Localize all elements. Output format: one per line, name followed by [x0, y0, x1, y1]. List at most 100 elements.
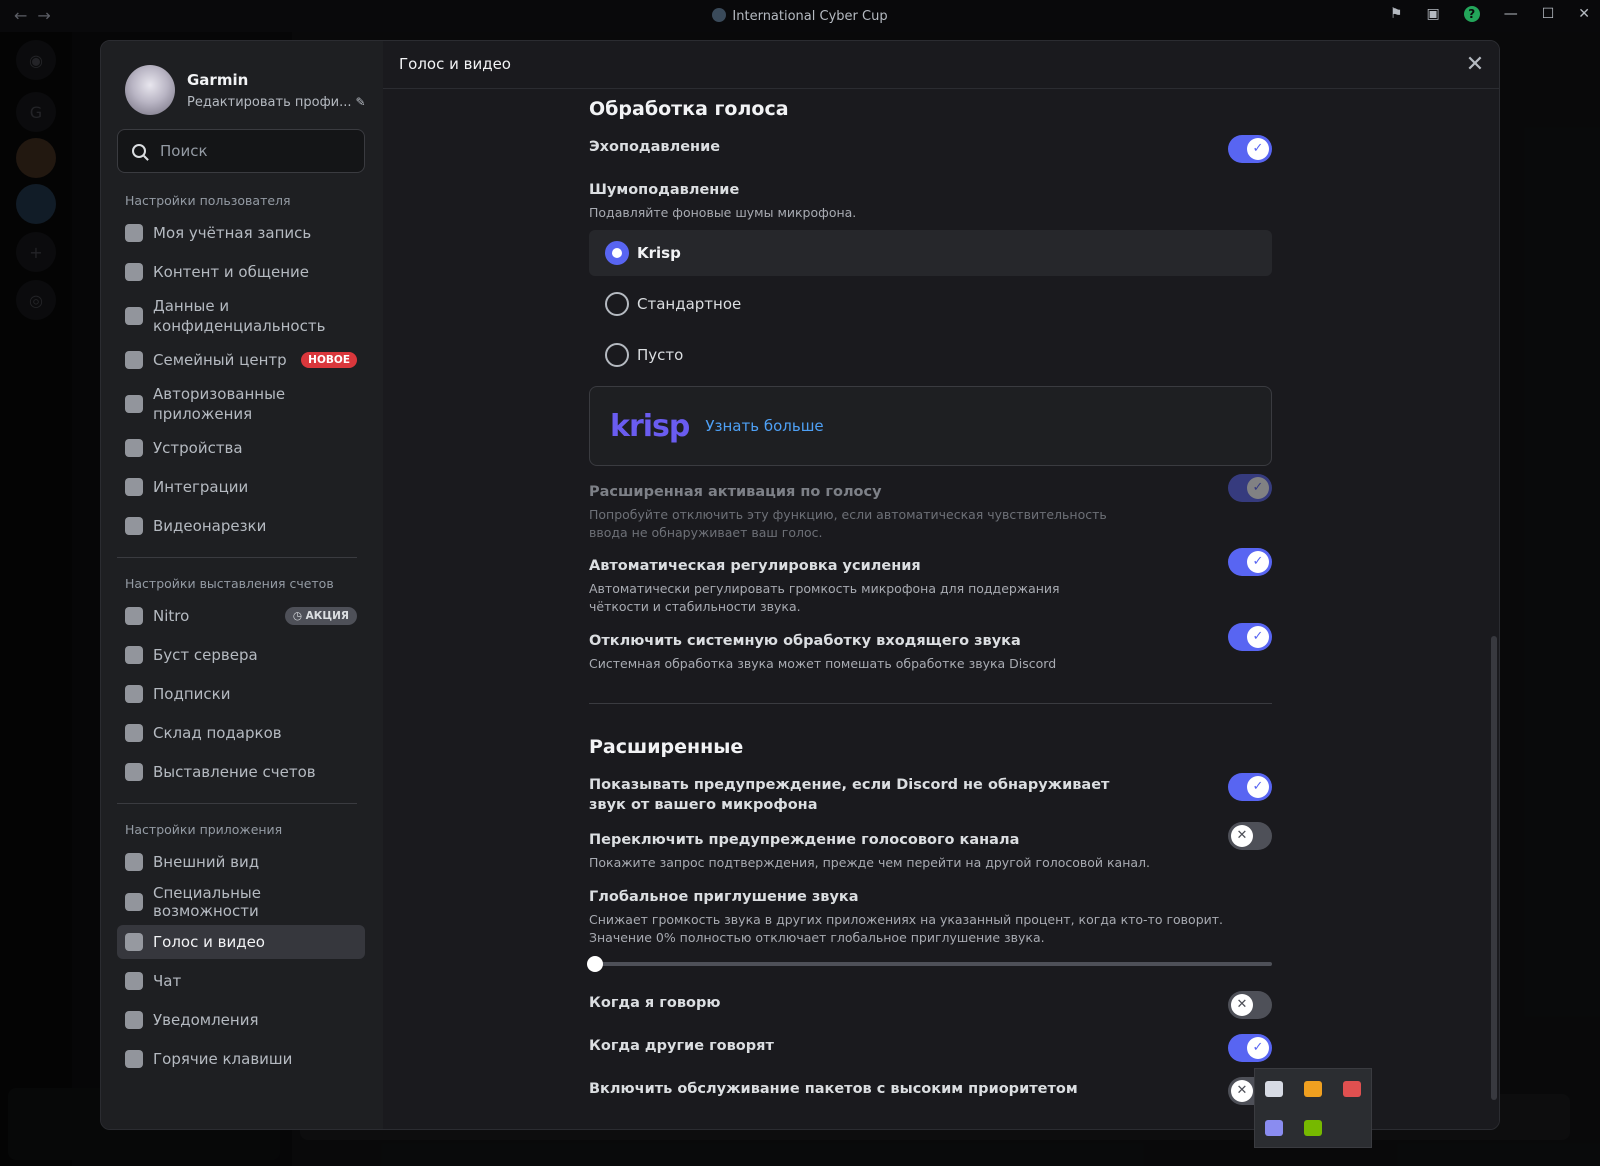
nav-item-label: Интеграции [153, 478, 249, 496]
echo-cancel-toggle[interactable] [1228, 135, 1272, 163]
controller-tray-icon[interactable] [1265, 1119, 1284, 1136]
close-window-icon[interactable]: ✕ [1578, 6, 1590, 22]
pencil-icon: ✎ [355, 94, 366, 109]
system-processing-toggle[interactable] [1228, 623, 1272, 651]
nav-item-nitro[interactable]: Nitro ◷ АКЦИЯ [117, 599, 365, 633]
close-icon[interactable]: ✕ [1463, 53, 1487, 77]
divider-line [589, 703, 1272, 704]
nav-item-appearance[interactable]: Внешний вид [117, 845, 365, 879]
slider-knob[interactable] [587, 956, 603, 972]
server-icon [712, 8, 727, 22]
nav-item-integrations[interactable]: Интеграции [117, 470, 365, 504]
gift-icon [125, 724, 143, 742]
no-input-warning-toggle[interactable] [1228, 773, 1272, 801]
scrollbar[interactable] [1491, 636, 1497, 1100]
titlebar-controls: ⚑ ▣ ? — ☐ ✕ [1390, 6, 1590, 22]
discord-tray-icon[interactable] [1265, 1080, 1284, 1097]
search-icon [132, 144, 146, 158]
inbox-icon[interactable]: ▣ [1426, 6, 1439, 22]
setting-label: Когда другие говорят [589, 1038, 774, 1054]
nav-divider [117, 803, 357, 804]
nav-item-subscriptions[interactable]: Подписки [117, 677, 365, 711]
radio-circle [605, 343, 629, 367]
learn-more-link[interactable]: Узнать больше [705, 417, 823, 435]
mic-icon [125, 933, 143, 951]
tray-empty-slot [1343, 1120, 1361, 1136]
subscriptions-icon [125, 685, 143, 703]
nav-item-keybinds[interactable]: Горячие клавиши [117, 1042, 365, 1076]
settings-nav: Настройки пользователя Моя учётная запис… [117, 191, 365, 1076]
profile-name: Garmin [187, 70, 249, 89]
settings-scroll[interactable]: Обработка голоса Эхоподавление Шумоподав… [383, 90, 1499, 1129]
nav-item-content[interactable]: Контент и общение [117, 255, 365, 289]
nav-item-label: Голос и видео [153, 933, 265, 951]
nav-item-accessibility[interactable]: Специальные возможности [117, 884, 365, 920]
edit-profile-label: Редактировать профи... [187, 94, 352, 110]
system-processing-row: Отключить системную обработку входящего … [589, 623, 1272, 673]
nav-item-authorized-apps[interactable]: Авторизованные приложения [117, 382, 365, 426]
when-i-speak-toggle[interactable] [1228, 991, 1272, 1019]
nav-item-my-account[interactable]: Моя учётная запись [117, 216, 365, 250]
security-tray-icon[interactable] [1342, 1080, 1361, 1097]
radio-krisp[interactable]: Krisp [589, 230, 1272, 276]
flag-icon[interactable]: ⚑ [1390, 6, 1403, 22]
maximize-icon[interactable]: ☐ [1542, 6, 1555, 22]
auto-gain-toggle[interactable] [1228, 548, 1272, 576]
content-header: Голос и видео ✕ [383, 41, 1499, 89]
advanced-vad-toggle[interactable] [1228, 474, 1272, 502]
setting-desc: Подавляйте фоновые шумы микрофона. [589, 205, 857, 220]
edit-profile-link[interactable]: Редактировать профи... ✎ [187, 95, 366, 110]
nav-item-family[interactable]: Семейный центр НОВОЕ [117, 343, 365, 377]
when-others-speak-toggle[interactable] [1228, 1034, 1272, 1062]
nav-item-label: Nitro [153, 607, 190, 625]
setting-label: Глобальное приглушение звука [589, 889, 859, 905]
nav-item-notifications[interactable]: Уведомления [117, 1003, 365, 1037]
palette-icon [125, 853, 143, 871]
nav-item-chat[interactable]: Чат [117, 964, 365, 998]
setting-desc: Автоматически регулировать громкость мик… [589, 581, 1060, 614]
profile-card[interactable]: Garmin Редактировать профи... ✎ [125, 65, 366, 115]
nav-item-label: Выставление счетов [153, 763, 316, 781]
nav-item-server-boost[interactable]: Буст сервера [117, 638, 365, 672]
app-tray-icon[interactable] [1303, 1080, 1322, 1097]
user-icon [125, 224, 143, 242]
nav-item-privacy[interactable]: Данные и конфиденциальность [117, 294, 365, 338]
nav-divider [117, 557, 357, 558]
window-title: International Cyber Cup [0, 8, 1600, 24]
page-title: Голос и видео [399, 55, 511, 73]
radio-standard[interactable]: Стандартное [589, 281, 1272, 327]
nav-item-label: Авторизованные приложения [153, 385, 286, 423]
bell-icon [125, 1011, 143, 1029]
nav-item-label: Подписки [153, 685, 231, 703]
help-icon[interactable]: ? [1463, 6, 1480, 22]
minimize-icon[interactable]: — [1504, 6, 1518, 22]
user-settings-header: Настройки пользователя [125, 193, 291, 208]
radio-none[interactable]: Пусто [589, 332, 1272, 378]
nav-item-label: Данные и конфиденциальность [153, 297, 326, 335]
attenuation-slider[interactable] [587, 956, 1272, 972]
nav-item-devices[interactable]: Устройства [117, 431, 365, 465]
channel-switch-warning-toggle[interactable] [1228, 822, 1272, 850]
nav-item-clips[interactable]: Видеонарезки [117, 509, 365, 543]
radio-circle [605, 292, 629, 316]
setting-desc: Системная обработка звука может помешать… [589, 656, 1057, 671]
section-title: Обработка голоса [589, 98, 789, 120]
nav-item-billing[interactable]: Выставление счетов [117, 755, 365, 789]
setting-label: Автоматическая регулировка усиления [589, 558, 921, 574]
radio-circle [605, 241, 629, 265]
nvidia-tray-icon[interactable] [1303, 1119, 1322, 1136]
settings-search[interactable] [117, 129, 365, 173]
nav-item-label: Чат [153, 972, 182, 990]
setting-label: Когда я говорю [589, 995, 721, 1011]
billing-settings-header: Настройки выставления счетов [125, 576, 334, 591]
echo-cancel-row: Эхоподавление [589, 135, 1272, 163]
nav-item-voice-video[interactable]: Голос и видео [117, 925, 365, 959]
nav-item-label: Буст сервера [153, 646, 258, 664]
qos-row: Включить обслуживание пакетов с высоким … [589, 1077, 1272, 1105]
search-input[interactable] [160, 142, 350, 160]
radio-label: Стандартное [637, 295, 742, 313]
nav-item-gift-inventory[interactable]: Склад подарков [117, 716, 365, 750]
content-icon [125, 263, 143, 281]
settings-modal: Garmin Редактировать профи...✎ Настройки… [100, 40, 1500, 1130]
devices-icon [125, 439, 143, 457]
